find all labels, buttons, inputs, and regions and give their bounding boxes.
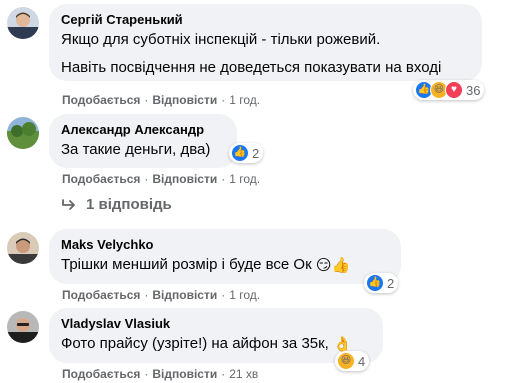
like-button[interactable]: Подобається [62, 172, 140, 186]
reply-button[interactable]: Відповісти [152, 367, 217, 381]
like-button[interactable]: Подобається [62, 367, 140, 381]
separator: · [144, 288, 149, 302]
avatar[interactable] [7, 7, 39, 39]
comment-actions: Подобається · Відповісти · 1 год. [62, 171, 260, 187]
comment-bubble: Vladyslav Vlasiuk Фото прайсу (узріте!) … [49, 308, 383, 363]
smirk-emoji: 😏 [315, 257, 332, 274]
separator: · [144, 93, 149, 107]
comment-time[interactable]: 1 год. [229, 288, 260, 302]
reaction-count: 2 [252, 145, 260, 161]
comment-author[interactable]: Александр Александр [61, 122, 225, 138]
separator: · [144, 172, 149, 186]
comment-text: Фото прайсу (узріте!) на айфон за 35к, 👌 [61, 334, 371, 355]
separator: · [221, 288, 226, 302]
comment-actions: Подобається · Відповісти · 1 год. [62, 92, 260, 108]
comment-text: Навіть посвідчення не доведеться показув… [61, 59, 442, 76]
like-button[interactable]: Подобається [62, 93, 140, 107]
comment-time[interactable]: 1 год. [229, 93, 260, 107]
reply-arrow-icon [62, 198, 75, 210]
reactions-summary[interactable]: 👍 2 [364, 273, 399, 293]
avatar[interactable] [7, 311, 39, 343]
thumbs-up-icon: 👍 [231, 144, 249, 162]
comment-bubble: Maks Velychko Трішки менший розмір і буд… [49, 229, 401, 284]
comment-text: Якщо для суботніх інспекцій - тільки рож… [61, 31, 381, 48]
reaction-count: 36 [466, 82, 481, 98]
comment-bubble: Александр Александр За такие деньги, два… [49, 114, 237, 168]
reply-button[interactable]: Відповісти [152, 172, 217, 186]
view-replies-link[interactable]: 1 відповідь [62, 196, 172, 213]
separator: · [221, 172, 226, 186]
heart-icon: ♥ [445, 81, 463, 99]
comment-text: Трішки менший розмір і буде все Ок 😏👍 [61, 255, 389, 276]
separator: · [144, 367, 149, 381]
avatar[interactable] [7, 117, 39, 149]
like-button[interactable]: Подобається [62, 288, 140, 302]
comment-text-body: Трішки менший розмір і буде все Ок [61, 256, 312, 273]
thumbs-up-emoji: 👍 [331, 257, 351, 274]
reactions-summary[interactable]: 👍 2 [229, 143, 264, 163]
separator: · [221, 367, 226, 381]
thumbs-up-icon: 👍 [366, 274, 384, 292]
comment-actions: Подобається · Відповісти · 21 хв [62, 366, 258, 382]
comment-text-body: Фото прайсу (узріте!) на айфон за 35к, [61, 335, 329, 352]
separator: · [221, 93, 226, 107]
comment-author[interactable]: Vladyslav Vlasiuk [61, 316, 371, 332]
comment-author[interactable]: Сергій Старенький [61, 12, 470, 28]
comment-author[interactable]: Maks Velychko [61, 237, 389, 253]
comment-time[interactable]: 21 хв [229, 367, 258, 381]
reaction-count: 2 [387, 275, 395, 291]
comment-bubble: Сергій Старенький Якщо для суботніх інсп… [49, 4, 482, 81]
laughing-face-icon: 😆 [337, 352, 355, 370]
reply-button[interactable]: Відповісти [152, 288, 217, 302]
reactions-summary[interactable]: 👍 😆 ♥ 36 [413, 80, 485, 100]
avatar[interactable] [7, 232, 39, 264]
reactions-summary[interactable]: 😆 4 [335, 351, 370, 371]
replies-count-label: 1 відповідь [86, 196, 172, 213]
reaction-count: 4 [358, 353, 366, 369]
comment-actions: Подобається · Відповісти · 1 год. [62, 287, 260, 303]
comment-text: За такие деньги, два) [61, 141, 211, 158]
reply-button[interactable]: Відповісти [152, 93, 217, 107]
comment-time[interactable]: 1 год. [229, 172, 260, 186]
